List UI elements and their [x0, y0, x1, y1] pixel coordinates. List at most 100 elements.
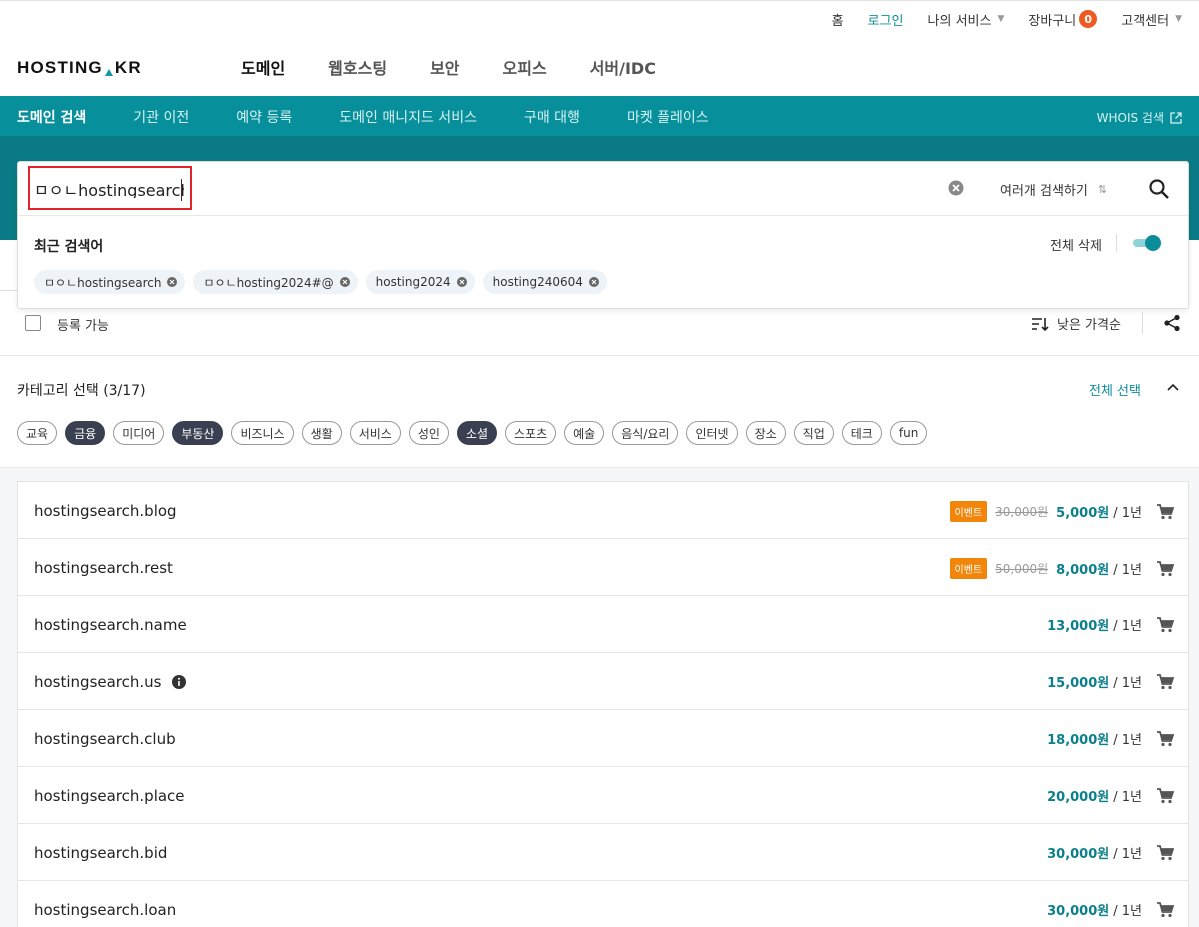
table-row[interactable]: hostingsearch.name 13,000원/ 1년	[18, 596, 1188, 653]
cart-icon[interactable]	[1156, 787, 1174, 804]
category-title: 카테고리 선택 (3/17)	[17, 380, 146, 400]
search-icon[interactable]	[1148, 178, 1170, 200]
cart-icon[interactable]	[1156, 730, 1174, 747]
price: 30,000원	[1047, 847, 1110, 862]
recent-chip[interactable]: ㅁㅇㄴhosting2024#@	[193, 270, 358, 294]
category-tag[interactable]: 부동산	[172, 421, 224, 445]
category-tag[interactable]: 비즈니스	[231, 421, 294, 445]
chevron-up-icon[interactable]	[1167, 382, 1179, 392]
cart-icon[interactable]	[1156, 901, 1174, 918]
category-tag[interactable]: 장소	[745, 421, 786, 445]
top-border	[0, 0, 1199, 3]
category-tag[interactable]: 서비스	[349, 421, 401, 445]
category-tag[interactable]: 생활	[301, 421, 342, 445]
delete-all-button[interactable]: 전체 삭제	[1050, 235, 1102, 254]
category-tag[interactable]: 미디어	[113, 421, 165, 445]
gnb-server-idc[interactable]: 서버/IDC	[590, 55, 656, 79]
category-tag[interactable]: 인터넷	[686, 421, 738, 445]
vertical-divider	[1142, 312, 1143, 334]
category-tags: 교육 금융 미디어 부동산 비즈니스 생활 서비스 성인 소셜 스포츠 예술 음식/요리 인터넷 장소 직업…	[17, 421, 935, 445]
recent-chip[interactable]: hosting2024	[365, 270, 475, 294]
subnav-transfer[interactable]: 기관 이전	[133, 107, 189, 127]
sort-button[interactable]: 낮은 가격순	[1031, 314, 1121, 333]
cart-link[interactable]: 장바구니 0	[1028, 10, 1098, 29]
caret-down-icon: ▼	[997, 14, 1005, 24]
toggle-knob	[1145, 235, 1161, 251]
recent-searches-title: 최근 검색어	[34, 239, 104, 255]
vertical-divider	[1116, 234, 1117, 252]
panel-divider	[18, 215, 1188, 216]
domain-label: hostingsearch.us	[34, 673, 162, 691]
support-menu[interactable]: 고객센터 ▼	[1121, 10, 1182, 29]
price: 18,000원	[1047, 733, 1110, 748]
price-area: 18,000원/ 1년	[1047, 729, 1174, 748]
category-tag[interactable]: 소셜	[456, 421, 498, 445]
period: / 1년	[1113, 733, 1142, 748]
share-icon[interactable]	[1163, 314, 1181, 332]
category-tag[interactable]: 테크	[841, 421, 882, 445]
subnav-managed[interactable]: 도메인 매니지드 서비스	[339, 107, 477, 127]
cart-icon[interactable]	[1156, 844, 1174, 861]
select-all-categories[interactable]: 전체 선택	[1089, 380, 1141, 399]
whois-link[interactable]: WHOIS 검색	[1097, 109, 1182, 126]
search-panel: 여러개 검색하기 ⇅ 최근 검색어 전체 삭제 ㅁㅇㄴhostingsearch …	[17, 161, 1189, 309]
remove-icon[interactable]	[167, 277, 178, 287]
table-row[interactable]: hostingsearch.blog 이벤트 30,000원 5,000원/ 1년	[18, 482, 1188, 539]
domain-name: hostingsearch.blog	[34, 502, 177, 520]
home-link[interactable]: 홈	[832, 10, 844, 29]
category-tag[interactable]: 교육	[17, 421, 58, 445]
site-logo[interactable]: HOSTING KR	[17, 58, 142, 78]
chip-label: hosting2024	[375, 275, 451, 289]
cart-icon[interactable]	[1156, 560, 1174, 577]
category-tag[interactable]: 금융	[65, 421, 106, 445]
category-tag[interactable]: 음식/요리	[612, 421, 679, 445]
subnav-marketplace[interactable]: 마켓 플레이스	[627, 107, 709, 127]
price: 30,000원	[1047, 904, 1110, 919]
category-tag[interactable]: 스포츠	[505, 421, 557, 445]
my-services-menu[interactable]: 나의 서비스 ▼	[928, 10, 1005, 29]
subnav-domain-search[interactable]: 도메인 검색	[17, 107, 86, 127]
domain-results-list: hostingsearch.blog 이벤트 30,000원 5,000원/ 1년 ho…	[17, 481, 1189, 927]
remove-icon[interactable]	[456, 277, 467, 287]
logo-text-right: KR	[114, 58, 142, 77]
gnb-domain[interactable]: 도메인	[241, 55, 285, 79]
category-tag[interactable]: 성인	[408, 421, 449, 445]
sub-nav: 도메인 검색 기관 이전 예약 등록 도메인 매니지드 서비스 구매 대행 마켓…	[0, 96, 1199, 136]
table-row[interactable]: hostingsearch.loan 30,000원/ 1년	[18, 881, 1188, 927]
info-icon[interactable]	[171, 675, 186, 689]
available-only-label[interactable]: 등록 가능	[57, 315, 109, 334]
domain-search-input[interactable]	[34, 179, 184, 198]
chip-label: ㅁㅇㄴhostingsearch	[44, 275, 162, 290]
table-row[interactable]: hostingsearch.bid 30,000원/ 1년	[18, 824, 1188, 881]
table-row[interactable]: hostingsearch.rest 이벤트 50,000원 8,000원/ 1년	[18, 539, 1188, 596]
table-row[interactable]: hostingsearch.place 20,000원/ 1년	[18, 767, 1188, 824]
table-row[interactable]: hostingsearch.us 15,000원/ 1년	[18, 653, 1188, 710]
available-only-checkbox[interactable]	[25, 315, 41, 331]
domain-label: hostingsearch.club	[34, 730, 176, 748]
domain-name: hostingsearch.bid	[34, 844, 167, 862]
recent-save-toggle[interactable]	[1131, 235, 1161, 251]
domain-label: hostingsearch.rest	[34, 559, 173, 577]
table-row[interactable]: hostingsearch.club 18,000원/ 1년	[18, 710, 1188, 767]
clear-icon[interactable]	[948, 180, 964, 196]
subnav-reserve[interactable]: 예약 등록	[236, 107, 292, 127]
remove-icon[interactable]	[588, 277, 599, 287]
whois-label: WHOIS 검색	[1096, 111, 1164, 125]
category-tag[interactable]: 예술	[564, 421, 605, 445]
gnb-office[interactable]: 오피스	[503, 55, 547, 79]
login-link[interactable]: 로그인	[868, 10, 904, 29]
external-link-icon	[1170, 111, 1182, 124]
cart-icon[interactable]	[1156, 503, 1174, 520]
remove-icon[interactable]	[339, 277, 350, 287]
gnb-webhosting[interactable]: 웹호스팅	[328, 55, 387, 79]
recent-chip[interactable]: ㅁㅇㄴhostingsearch	[34, 270, 186, 294]
cart-icon[interactable]	[1156, 616, 1174, 633]
recent-chip[interactable]: hosting240604	[482, 270, 607, 294]
gnb-security[interactable]: 보안	[430, 55, 459, 79]
cart-count-badge: 0	[1079, 10, 1098, 28]
category-tag[interactable]: fun	[889, 421, 928, 445]
multi-search-button[interactable]: 여러개 검색하기 ⇅	[1000, 180, 1107, 199]
cart-icon[interactable]	[1156, 673, 1174, 690]
category-tag[interactable]: 직업	[793, 421, 834, 445]
subnav-purchase-agent[interactable]: 구매 대행	[524, 107, 580, 127]
